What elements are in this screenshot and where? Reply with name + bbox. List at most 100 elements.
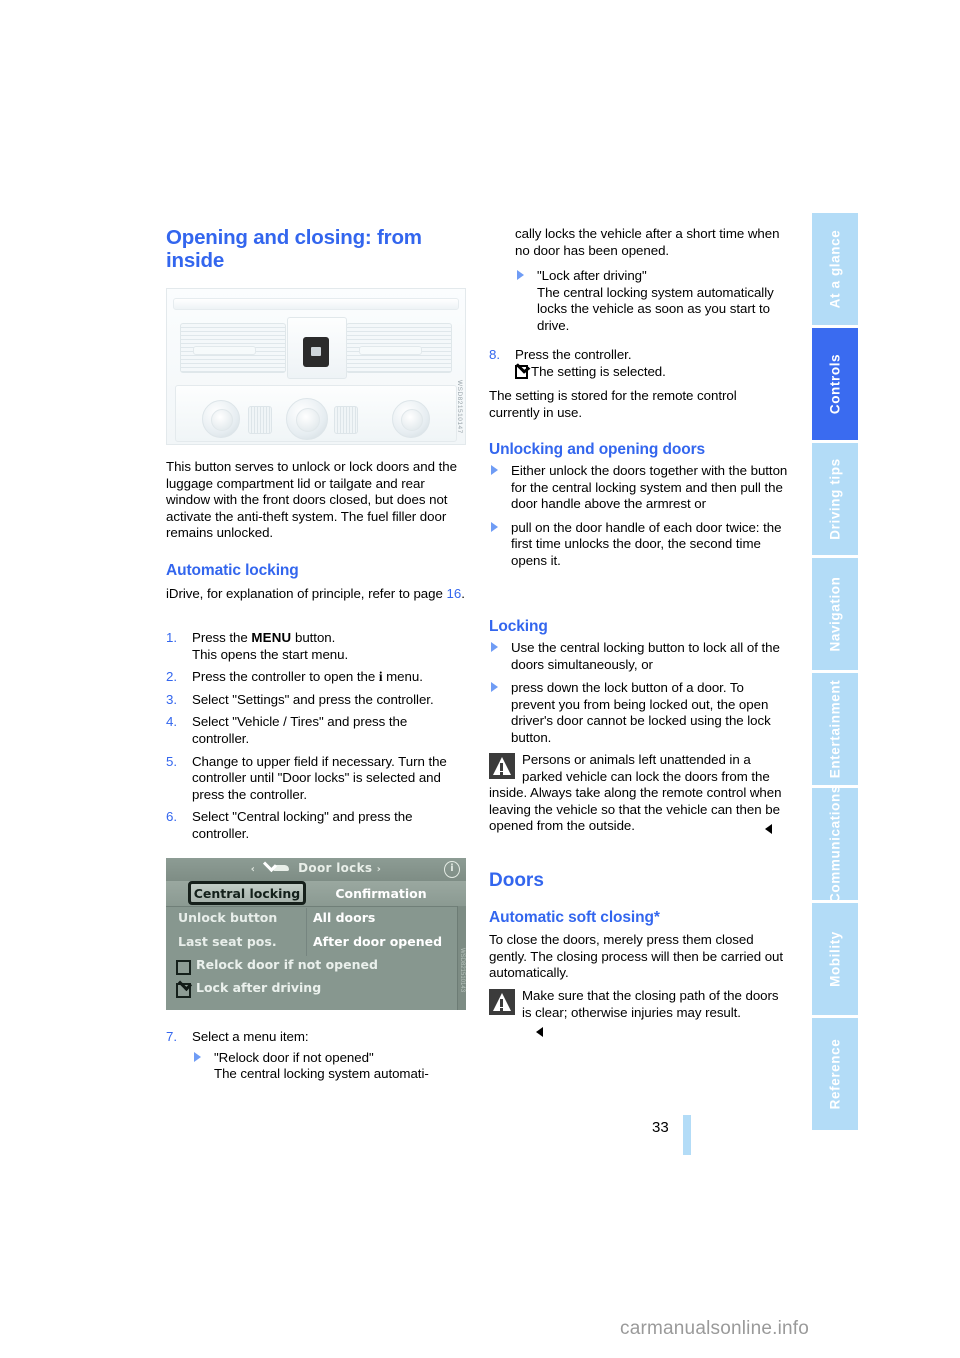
- tab-label: Navigation: [827, 576, 843, 652]
- warning-locking-text: Persons or animals left unattended in a …: [489, 752, 782, 834]
- warning-soft-closing-text: Make sure that the closing path of the d…: [522, 988, 779, 1020]
- bullet-unlock-with-button: Either unlock the doors together with th…: [489, 463, 789, 513]
- tab-entertainment[interactable]: Entertainment: [812, 673, 858, 785]
- bullet-relock-door: "Relock door if not opened" The central …: [192, 1050, 466, 1083]
- tab-label: Communications: [827, 785, 843, 903]
- intro-paragraph: This button serves to unlock or lock doo…: [166, 459, 457, 541]
- triangle-bullet-icon: [491, 682, 498, 693]
- tab-navigation[interactable]: Navigation: [812, 558, 858, 670]
- end-of-note-marker: [765, 824, 772, 834]
- bullet-central-locking-button: Use the central locking button to lock a…: [489, 640, 789, 673]
- step-number: 8.: [489, 347, 500, 362]
- tab-reference[interactable]: Reference: [812, 1018, 858, 1130]
- steps-list-continued: 7. Select a menu item:: [166, 1029, 466, 1046]
- triangle-bullet-icon: [194, 1051, 201, 1062]
- row-value: All doors: [313, 910, 376, 925]
- continuation-text: cally locks the vehicle after a short ti…: [515, 226, 780, 258]
- triangle-bullet-icon: [491, 521, 498, 532]
- bullet-text: Either unlock the doors together with th…: [511, 463, 788, 512]
- row-label: Last seat pos.: [178, 934, 277, 949]
- page-reference-link[interactable]: 16: [446, 586, 461, 601]
- step-7-block: 7. Select a menu item: "Relock door if no…: [166, 1029, 466, 1090]
- dashboard-photo: WSD821510147: [166, 288, 466, 445]
- idrive-row-last-seat-pos[interactable]: Last seat pos. After door opened: [166, 932, 466, 956]
- next-arrow-icon: ›: [376, 864, 382, 875]
- idrive-header: ‹ Door locks › i: [166, 858, 466, 882]
- bullet-title: "Lock after driving": [537, 268, 647, 283]
- step-8-block: 8. Press the controller. The setting is s…: [489, 347, 789, 386]
- checkbox-checked-icon[interactable]: [176, 983, 191, 998]
- end-of-note-marker: [536, 1027, 543, 1037]
- warning-triangle-icon: [489, 989, 515, 1015]
- step-text: Select "Settings" and press the controll…: [192, 691, 434, 707]
- tab-at-a-glance[interactable]: At a glance: [812, 213, 858, 325]
- step-7-bullets: "Relock door if not opened" The central …: [192, 1050, 466, 1083]
- bullet-press-lock-button: press down the lock button of a door. To…: [489, 680, 789, 746]
- column-divider: [306, 932, 307, 956]
- soft-closing-body: To close the doors, merely press them cl…: [489, 932, 784, 981]
- warning-locking-block: Persons or animals left unattended in a …: [489, 752, 789, 835]
- idrive-tabs: Central locking Confirmation: [166, 881, 466, 907]
- vehicle-check-icon: [264, 862, 290, 873]
- tab-driving-tips[interactable]: Driving tips: [812, 443, 858, 555]
- step-number: 4.: [166, 714, 177, 730]
- prev-arrow-icon: ‹: [250, 864, 256, 875]
- checkbox-label: Lock after driving: [196, 980, 322, 995]
- step-text-post: menu.: [382, 669, 423, 685]
- climate-knob-right: [392, 400, 430, 438]
- tab-label: Controls: [827, 353, 843, 415]
- tab-communications[interactable]: Communications: [812, 785, 858, 903]
- heading-automatic-locking: Automatic locking: [166, 562, 299, 579]
- idrive-tab-central-locking[interactable]: Central locking: [188, 881, 306, 905]
- bullet-title: "Relock door if not opened": [214, 1049, 374, 1065]
- heading-doors: Doors: [489, 870, 544, 891]
- locking-bullets: Use the central locking button to lock a…: [489, 640, 789, 754]
- tab-label: Mobility: [827, 931, 843, 987]
- heading-locking: Locking: [489, 618, 548, 635]
- step-number: 5.: [166, 753, 177, 769]
- right-column-continuation: cally locks the vehicle after a short ti…: [489, 226, 789, 259]
- step-5: 5. Change to upper field if necessary. Tu…: [166, 754, 466, 804]
- unlocking-bullets: Either unlock the doors together with th…: [489, 463, 789, 577]
- checkbox-icon[interactable]: [176, 960, 191, 975]
- info-icon[interactable]: i: [444, 861, 460, 878]
- triangle-bullet-icon: [491, 642, 498, 652]
- step-number: 7.: [166, 1029, 177, 1044]
- idrive-settings-rows: Unlock button All doors Last seat pos. A…: [166, 908, 466, 1002]
- idrive-checkbox-lock-after-driving[interactable]: Lock after driving: [166, 979, 466, 1002]
- idrive-title-row: ‹ Door locks ›: [166, 861, 466, 875]
- climate-knob-left: [202, 400, 240, 438]
- tab-mobility[interactable]: Mobility: [812, 903, 858, 1015]
- idrive-tab-confirmation[interactable]: Confirmation: [316, 883, 446, 904]
- air-vent-right: [346, 323, 452, 373]
- step-text: Select "Vehicle / Tires" and press the c…: [192, 714, 408, 746]
- stored-note: The setting is stored for the remote con…: [489, 388, 737, 420]
- tab-label: Reference: [827, 1038, 843, 1110]
- step-number: 2.: [166, 669, 177, 685]
- climate-dial-1: [248, 406, 272, 434]
- row-label: Unlock button: [178, 910, 278, 925]
- menu-button-label: MENU: [251, 630, 292, 645]
- step-text-post: button.: [291, 630, 336, 645]
- bullet-pull-handle-twice: pull on the door handle of each door twi…: [489, 520, 789, 570]
- step-2: 2. Press the controller to open the i men…: [166, 669, 466, 686]
- step-text: Press the controller to open the: [192, 669, 379, 685]
- step-text: Select a menu item:: [192, 1029, 309, 1044]
- idrive-row-unlock-button[interactable]: Unlock button All doors: [166, 908, 466, 932]
- row-value: After door opened: [313, 934, 443, 949]
- tab-controls[interactable]: Controls: [812, 328, 858, 440]
- page-title: Opening and closing: from inside: [166, 226, 422, 272]
- checkbox-label: Relock door if not opened: [196, 957, 378, 972]
- warning-triangle-icon: [489, 753, 515, 779]
- step-number: 3.: [166, 691, 177, 707]
- climate-dial-2: [334, 406, 358, 434]
- step-text: Change to upper field if necessary. Turn…: [192, 753, 447, 802]
- step-text: Select "Central locking" and press the c…: [192, 809, 413, 841]
- triangle-bullet-icon: [517, 270, 524, 280]
- climate-knob-center: [286, 398, 328, 440]
- idrive-checkbox-relock-door[interactable]: Relock door if not opened: [166, 956, 466, 979]
- checkbox-selected-icon: [515, 364, 528, 379]
- step-4: 4. Select "Vehicle / Tires" and press the…: [166, 714, 466, 747]
- tab-label: At a glance: [827, 229, 843, 309]
- dashboard-trim: [173, 298, 459, 310]
